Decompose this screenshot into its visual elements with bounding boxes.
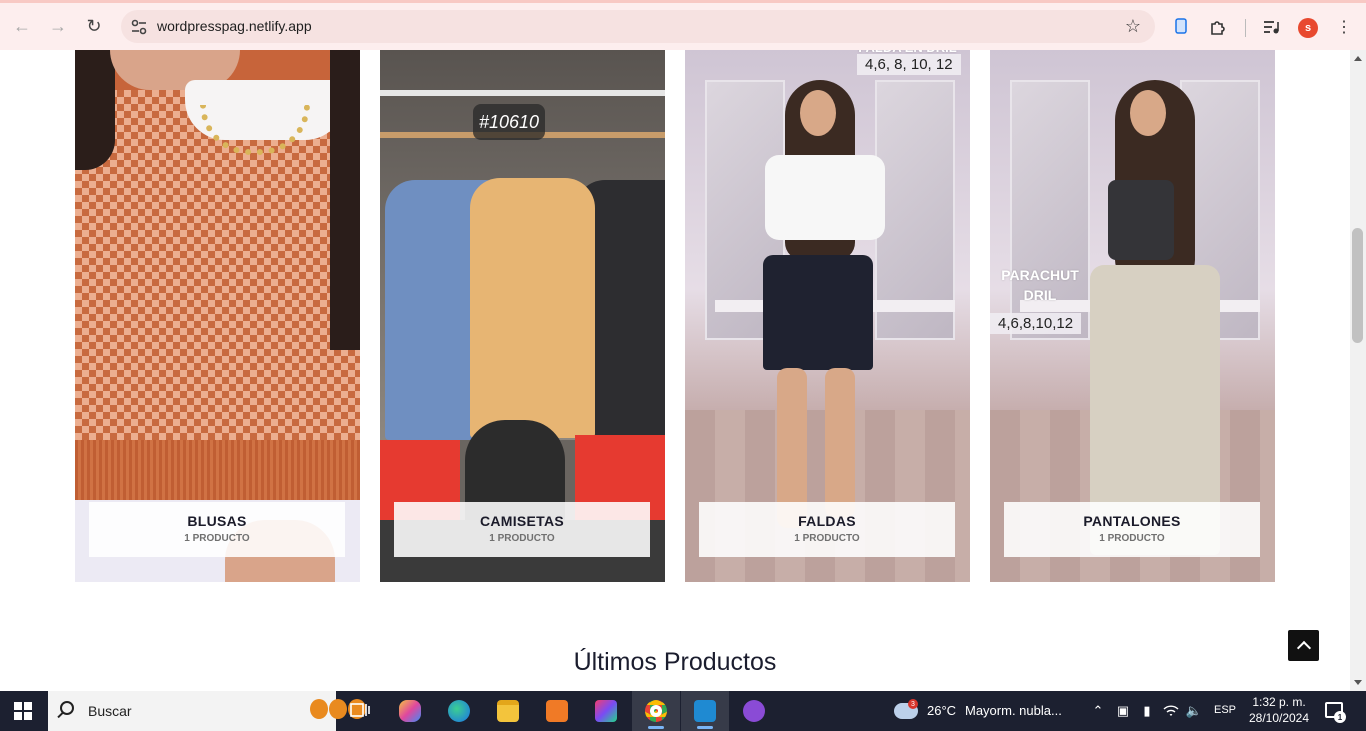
file-explorer-icon[interactable] xyxy=(484,691,532,731)
notification-count: 1 xyxy=(1334,711,1346,723)
category-count: 1 PRODUCTO xyxy=(489,533,555,544)
url-text: wordpresspag.netlify.app xyxy=(157,18,312,34)
back-button[interactable]: ← xyxy=(10,14,34,38)
toolbar-separator xyxy=(1245,19,1246,37)
category-card-blusas[interactable]: BLUSAS 1 PRODUCTO xyxy=(75,50,360,582)
weather-temp[interactable]: 26°C xyxy=(927,703,956,718)
vscode-icon[interactable] xyxy=(681,691,729,731)
weather-description[interactable]: Mayorm. nubla... xyxy=(965,703,1062,718)
xampp-icon[interactable] xyxy=(533,691,581,731)
meet-now-icon[interactable]: ▣ xyxy=(1115,703,1131,719)
search-placeholder: Buscar xyxy=(88,703,132,719)
scrollbar-thumb[interactable] xyxy=(1352,228,1363,343)
clock-time: 1:32 p. m. xyxy=(1252,695,1306,709)
volume-icon[interactable]: 🔈 xyxy=(1186,703,1202,719)
overlay-product-title: PARACHUT DRIL xyxy=(990,265,1090,305)
category-name: BLUSAS xyxy=(187,513,247,529)
github-desktop-icon[interactable] xyxy=(730,691,778,731)
scroll-up-icon[interactable] xyxy=(1354,56,1362,61)
page-content: BLUSAS 1 PRODUCTO #10610 CAMISETAS 1 PRO… xyxy=(0,50,1350,691)
chevron-up-icon[interactable]: ⌃ xyxy=(1090,703,1106,719)
windows-start-icon[interactable] xyxy=(14,702,32,720)
category-count: 1 PRODUCTO xyxy=(184,533,250,544)
menu-kebab-icon[interactable]: ⋮ xyxy=(1333,16,1355,38)
language-indicator[interactable]: ESP xyxy=(1214,704,1236,716)
browser-toolbar: ← → ↻ wordpresspag.netlify.app ☆ s ⋮ xyxy=(0,0,1366,50)
overlay-title-line1: PARACHUT xyxy=(1001,267,1079,283)
category-label[interactable]: CAMISETAS 1 PRODUCTO xyxy=(394,502,650,557)
taskbar-search[interactable]: Buscar xyxy=(48,691,366,731)
edge-icon[interactable] xyxy=(435,691,483,731)
overlay-sizes: 4,6, 8, 10, 12 xyxy=(857,54,961,75)
category-name: CAMISETAS xyxy=(479,513,565,529)
taskbar: Buscar 3 26°C Mayorm. nubla... ⌃ ▣ ▮ 🔈 E… xyxy=(0,691,1366,731)
site-info-icon[interactable] xyxy=(129,17,149,37)
profile-avatar[interactable]: s xyxy=(1298,18,1318,38)
system-clock[interactable]: 1:32 p. m. 28/10/2024 xyxy=(1247,694,1311,726)
address-bar[interactable]: wordpresspag.netlify.app ☆ xyxy=(121,10,1155,43)
chevron-up-icon xyxy=(1296,640,1311,655)
bookmark-star-icon[interactable]: ☆ xyxy=(1125,16,1141,37)
category-card-pantalones[interactable]: PARACHUT DRIL 4,6,8,10,12 PANTALONES 1 P… xyxy=(990,50,1275,582)
translate-icon[interactable] xyxy=(1171,16,1193,38)
overlay-title-line2: DRIL xyxy=(1023,287,1057,303)
section-title: Últimos Productos xyxy=(573,648,777,676)
battery-icon[interactable]: ▮ xyxy=(1139,703,1155,719)
back-to-top-button[interactable] xyxy=(1288,630,1319,661)
search-icon xyxy=(60,701,74,715)
chrome-icon[interactable] xyxy=(632,691,680,731)
forward-button[interactable]: → xyxy=(46,14,70,38)
wifi-icon[interactable] xyxy=(1163,703,1179,719)
page-scrollbar[interactable] xyxy=(1350,50,1366,691)
category-label[interactable]: FALDAS 1 PRODUCTO xyxy=(699,502,955,557)
weather-badge: 3 xyxy=(908,699,918,709)
clock-date: 28/10/2024 xyxy=(1248,711,1310,725)
overlay-sizes: 4,6,8,10,12 xyxy=(990,313,1082,334)
task-view-icon[interactable] xyxy=(336,691,384,731)
reload-button[interactable]: ↻ xyxy=(82,14,106,38)
copilot-icon[interactable] xyxy=(386,691,434,731)
category-label[interactable]: BLUSAS 1 PRODUCTO xyxy=(89,502,345,557)
category-card-camisetas[interactable]: #10610 CAMISETAS 1 PRODUCTO xyxy=(380,50,665,582)
category-name: FALDAS xyxy=(798,513,856,529)
category-label[interactable]: PANTALONES 1 PRODUCTO xyxy=(1004,502,1260,557)
category-count: 1 PRODUCTO xyxy=(1099,533,1165,544)
intellij-icon[interactable] xyxy=(582,691,630,731)
product-code-tag: #10610 xyxy=(473,104,545,140)
category-card-faldas[interactable]: FALDA EN DRIL 4,6, 8, 10, 12 FALDAS 1 PR… xyxy=(685,50,970,582)
scroll-down-icon[interactable] xyxy=(1354,680,1362,685)
media-control-icon[interactable] xyxy=(1260,16,1282,38)
extensions-icon[interactable] xyxy=(1207,16,1229,38)
category-count: 1 PRODUCTO xyxy=(794,533,860,544)
category-name: PANTALONES xyxy=(1083,513,1181,529)
